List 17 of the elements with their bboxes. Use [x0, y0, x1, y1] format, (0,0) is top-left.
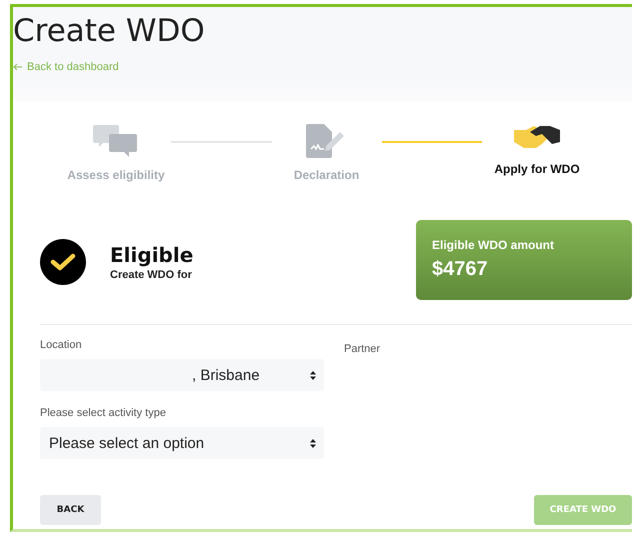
select-field[interactable]: , Brisbane [40, 359, 324, 391]
eligibility-status: Eligible [110, 243, 194, 267]
sort-arrows-icon [310, 438, 316, 448]
field-label: Partner [344, 343, 380, 355]
arrow-left-icon [13, 63, 23, 71]
amount-value: $4767 [432, 258, 489, 281]
sort-arrows-icon [310, 370, 316, 380]
back-button[interactable]: BACK [40, 495, 101, 525]
field-label: Please select activity type [40, 407, 167, 419]
step-label: Declaration [294, 168, 360, 182]
eligibility-subtitle: Create WDO for [110, 269, 193, 281]
amount-label: Eligible WDO amount [432, 238, 555, 252]
step-label: Assess eligibility [67, 168, 165, 182]
page-title: Create WDO [13, 12, 206, 51]
field-label: Location [40, 339, 83, 351]
select-field[interactable]: Please select an option [40, 427, 324, 459]
step-label: Apply for WDO [494, 162, 580, 176]
